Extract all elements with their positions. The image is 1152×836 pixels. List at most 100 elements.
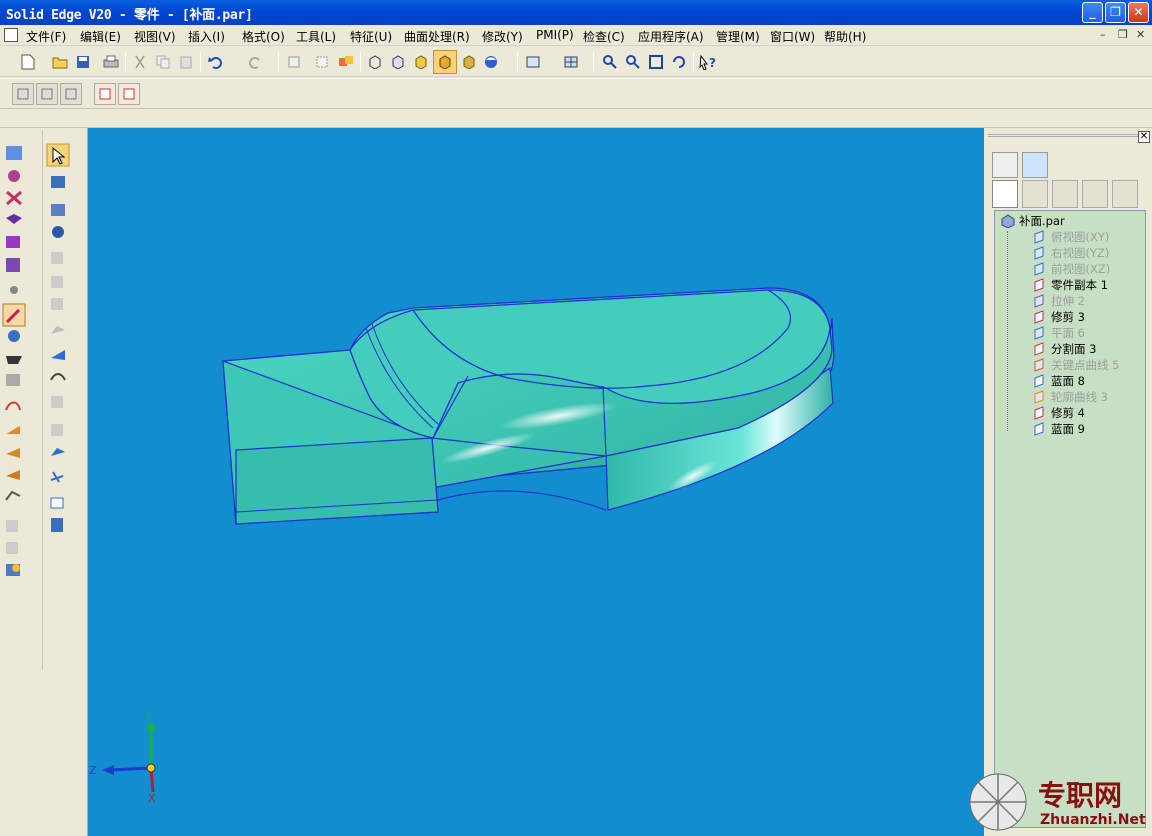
fit-view-icon[interactable] bbox=[646, 52, 666, 72]
menu-tools[interactable]: 工具(L) bbox=[296, 28, 336, 45]
lock-tool-icon[interactable] bbox=[6, 564, 20, 576]
copy-part-tool-icon[interactable] bbox=[6, 520, 18, 532]
mdi-restore-button[interactable]: ❐ bbox=[1118, 28, 1128, 41]
parting-tool-icon[interactable] bbox=[51, 518, 63, 532]
edgebar-tab-family[interactable] bbox=[1022, 180, 1048, 208]
hidden-edges-icon[interactable] bbox=[388, 52, 408, 72]
menu-modify[interactable]: 修改(Y) bbox=[482, 28, 523, 45]
blend-tool-icon[interactable] bbox=[6, 426, 20, 434]
trim-surface-icon[interactable] bbox=[51, 396, 63, 408]
cut-icon[interactable] bbox=[130, 52, 150, 72]
tree-item[interactable]: 修剪 3 bbox=[1033, 309, 1085, 325]
edgebar-tab-layers[interactable] bbox=[1082, 180, 1108, 208]
tree-item[interactable]: 右视图(YZ) bbox=[1033, 245, 1109, 261]
redo-icon[interactable] bbox=[245, 52, 265, 72]
edgebar-tab-library[interactable] bbox=[1112, 180, 1138, 208]
smart-dimension-icon[interactable] bbox=[51, 176, 65, 188]
pmi-tool-icon[interactable] bbox=[51, 252, 63, 264]
tree-root[interactable]: 补面.par bbox=[1001, 213, 1065, 229]
smooth-shaded-icon[interactable] bbox=[459, 52, 479, 72]
extrude-tool-icon[interactable] bbox=[6, 214, 22, 224]
menu-view[interactable]: 视图(V) bbox=[134, 28, 176, 45]
rotate-view-icon[interactable] bbox=[669, 52, 689, 72]
intersect-curve-icon[interactable] bbox=[50, 471, 64, 483]
open-folder-icon[interactable] bbox=[50, 52, 70, 72]
tree-item[interactable]: 轮廓曲线 3 bbox=[1033, 389, 1108, 405]
tree-item[interactable]: 平面 6 bbox=[1033, 325, 1085, 341]
maximize-button[interactable]: ❐ bbox=[1105, 2, 1126, 23]
edgebar-tab-feature-pathfinder[interactable] bbox=[992, 180, 1018, 208]
zoom-icon[interactable] bbox=[623, 52, 643, 72]
panel-close-icon[interactable]: ✕ bbox=[1138, 131, 1150, 143]
mdi-close-button[interactable]: ✕ bbox=[1136, 28, 1145, 41]
menu-manage[interactable]: 管理(M) bbox=[716, 28, 760, 45]
paste-icon[interactable] bbox=[176, 52, 196, 72]
chamfer-tool-icon[interactable] bbox=[6, 356, 22, 364]
copy-icon[interactable] bbox=[153, 52, 173, 72]
tree-item[interactable]: 关键点曲线 5 bbox=[1033, 357, 1119, 373]
menu-window[interactable]: 窗口(W) bbox=[770, 28, 815, 45]
whats-this-help-icon[interactable]: ? bbox=[698, 52, 718, 72]
menu-insert[interactable]: 插入(I) bbox=[188, 28, 225, 45]
minimize-button[interactable]: _ bbox=[1082, 2, 1103, 23]
zoom-area-icon[interactable] bbox=[600, 52, 620, 72]
doc-icon[interactable] bbox=[4, 28, 18, 42]
shaded-edges-view-icon[interactable] bbox=[433, 50, 457, 74]
menu-inspect[interactable]: 检查(C) bbox=[583, 28, 625, 45]
swept-tool-icon[interactable] bbox=[6, 448, 20, 458]
round-tool-icon[interactable] bbox=[10, 286, 18, 294]
new-file-icon[interactable] bbox=[18, 52, 38, 72]
select-arrow-icon[interactable] bbox=[46, 143, 70, 167]
tree-item[interactable]: 俯视图(XY) bbox=[1033, 229, 1109, 245]
tree-item[interactable]: 拉伸 2 bbox=[1033, 293, 1085, 309]
sketch-tool-icon[interactable] bbox=[6, 146, 22, 160]
ribbon-option-a-icon[interactable] bbox=[94, 83, 116, 105]
wireframe-view-icon[interactable] bbox=[365, 52, 385, 72]
box-tool-icon[interactable] bbox=[6, 236, 20, 248]
named-views-icon[interactable] bbox=[561, 52, 581, 72]
hole-tool-icon[interactable] bbox=[6, 190, 22, 206]
print-icon[interactable] bbox=[101, 52, 121, 72]
extend-surface-icon[interactable] bbox=[50, 373, 66, 381]
menu-file[interactable]: 文件(F) bbox=[26, 28, 66, 45]
tree-item[interactable]: 蓝面 8 bbox=[1033, 373, 1085, 389]
menu-applications[interactable]: 应用程序(A) bbox=[638, 28, 704, 45]
menu-edit[interactable]: 编辑(E) bbox=[80, 28, 121, 45]
ribbon-step-1-icon[interactable] bbox=[12, 83, 34, 105]
bluesurf-tool-icon[interactable] bbox=[6, 470, 20, 480]
surface-tool-2-icon[interactable] bbox=[51, 298, 63, 310]
stitch-tool-icon[interactable] bbox=[51, 448, 65, 456]
undo-icon[interactable] bbox=[206, 52, 226, 72]
ribbon-option-b-icon[interactable] bbox=[118, 83, 140, 105]
plane-tool-icon[interactable] bbox=[51, 204, 65, 216]
tree-item[interactable]: 前视图(XZ) bbox=[1033, 261, 1110, 277]
tree-item[interactable]: 蓝面 9 bbox=[1033, 421, 1085, 437]
offset-surface-icon[interactable] bbox=[51, 326, 65, 334]
derived-curve-icon[interactable] bbox=[50, 497, 64, 509]
edgebar-tab-settings-icon[interactable] bbox=[1022, 152, 1048, 178]
split-tool-icon[interactable] bbox=[51, 424, 63, 436]
mirror-tool-icon[interactable] bbox=[6, 542, 18, 554]
graphics-window[interactable]: Y Z X bbox=[88, 128, 984, 836]
revolve-tool-icon[interactable] bbox=[8, 170, 20, 182]
curve-tool-icon[interactable] bbox=[5, 401, 21, 411]
mdi-minimize-button[interactable]: – bbox=[1100, 28, 1106, 41]
menu-help[interactable]: 帮助(H) bbox=[824, 28, 866, 45]
ribbon-step-3-icon[interactable] bbox=[60, 83, 82, 105]
draft-tool-icon[interactable] bbox=[8, 330, 20, 342]
close-button[interactable]: ✕ bbox=[1128, 2, 1149, 23]
tree-item[interactable]: 修剪 4 bbox=[1033, 405, 1085, 421]
sketch-icon[interactable] bbox=[312, 52, 332, 72]
render-sphere-icon[interactable] bbox=[481, 52, 501, 72]
edgebar-tab-features[interactable] bbox=[1052, 180, 1078, 208]
menu-format[interactable]: 格式(O) bbox=[242, 28, 285, 45]
thin-wall-tool-icon[interactable] bbox=[2, 303, 26, 327]
rib-tool-icon[interactable] bbox=[6, 258, 20, 272]
pattern-tool-icon[interactable] bbox=[6, 374, 20, 386]
edgebar-tab-render-icon[interactable] bbox=[992, 152, 1018, 178]
shaded-view-icon[interactable] bbox=[411, 52, 431, 72]
menu-surfacing[interactable]: 曲面处理(R) bbox=[404, 28, 470, 45]
tree-item[interactable]: 分割面 3 bbox=[1033, 341, 1096, 357]
menu-pmi[interactable]: PMI(P) bbox=[536, 28, 574, 42]
save-icon[interactable] bbox=[73, 52, 93, 72]
